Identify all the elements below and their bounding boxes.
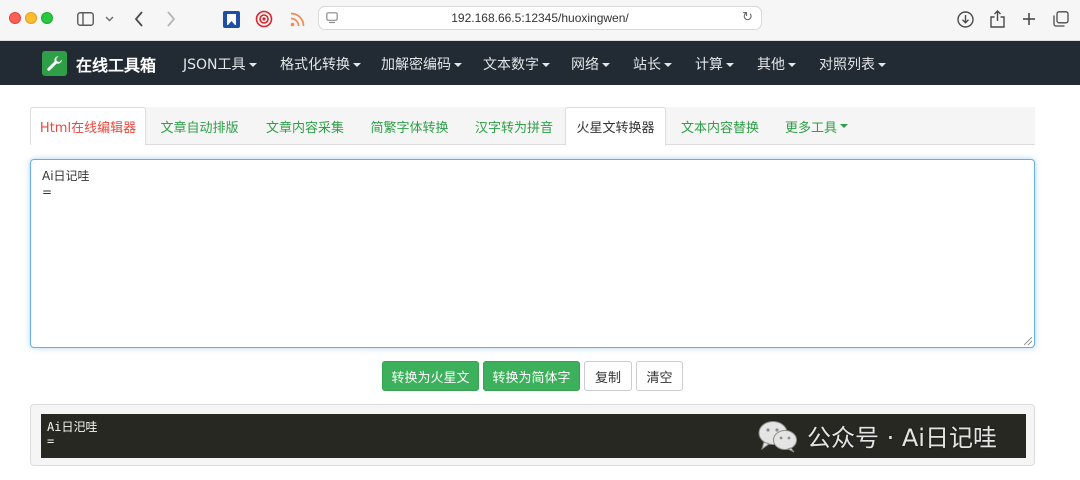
minimize-window-button[interactable]: [25, 12, 37, 24]
nav-encrypt-encode[interactable]: 加解密编码: [381, 54, 462, 74]
watermark-text: 公众号 · Ai日记哇: [807, 424, 997, 452]
site-navbar: 在线工具箱 JSON工具 格式化转换 加解密编码 文本数字 网络 站长 计算 其…: [0, 41, 1080, 85]
tool-tabs: Html在线编辑器 文章自动排版 文章内容采集 简繁字体转换 汉字转为拼音 火星…: [30, 107, 1035, 146]
nav-calculate[interactable]: 计算: [695, 54, 734, 74]
brand[interactable]: 在线工具箱: [42, 51, 156, 76]
convert-to-martian-button[interactable]: 转换为火星文: [382, 361, 479, 391]
nav-label: 其他: [757, 57, 785, 73]
back-arrow-icon[interactable]: [130, 8, 148, 30]
forward-arrow-icon[interactable]: [162, 8, 180, 30]
nav-label: 网络: [571, 57, 599, 73]
caret-down-icon: [788, 63, 796, 67]
nav-label: JSON工具: [183, 57, 246, 73]
nav-json-tools[interactable]: JSON工具: [183, 54, 257, 74]
caret-down-icon: [840, 124, 848, 128]
record-extension-icon[interactable]: [255, 8, 273, 30]
tab-label: 简繁字体转换: [370, 120, 449, 136]
downloads-icon[interactable]: [956, 8, 974, 30]
tab-label: 火星文转换器: [576, 121, 655, 136]
nav-other[interactable]: 其他: [757, 54, 796, 74]
close-window-button[interactable]: [9, 12, 21, 24]
caret-down-icon: [878, 63, 886, 67]
input-line-2: =: [42, 185, 53, 199]
new-tab-icon[interactable]: [1020, 8, 1038, 30]
maximize-window-button[interactable]: [41, 12, 53, 24]
caret-down-icon: [454, 63, 462, 67]
sidebar-icon[interactable]: [75, 8, 95, 30]
brand-name: 在线工具箱: [76, 55, 157, 75]
output-line-1: Ai日汜哇: [47, 420, 98, 434]
source-text-input[interactable]: Ai日记哇 =: [30, 159, 1035, 348]
reload-icon[interactable]: ↻: [742, 10, 753, 25]
copy-button[interactable]: 复制: [584, 361, 632, 391]
tab-martian-converter[interactable]: 火星文转换器: [565, 107, 666, 146]
address-bar[interactable]: 192.168.66.5:12345/huoxingwen/ ↻: [318, 6, 762, 30]
rss-icon[interactable]: [288, 8, 306, 30]
nav-label: 格式化转换: [280, 57, 350, 73]
caret-down-icon: [353, 63, 361, 67]
nav-webmaster[interactable]: 站长: [633, 54, 672, 74]
tab-simp-trad-convert[interactable]: 简繁字体转换: [357, 107, 462, 145]
bookmark-extension-icon[interactable]: [222, 8, 240, 30]
output-line-2: =: [47, 434, 55, 448]
tab-html-editor[interactable]: Html在线编辑器: [30, 107, 146, 145]
wrench-icon: [42, 51, 67, 76]
caret-down-icon: [602, 63, 610, 67]
tab-label: Html在线编辑器: [39, 121, 137, 136]
caret-down-icon: [726, 63, 734, 67]
browser-toolbar: 192.168.66.5:12345/huoxingwen/ ↻: [0, 0, 1080, 41]
wechat-icon: [758, 420, 797, 452]
caret-down-icon: [248, 63, 257, 67]
caret-down-icon: [542, 63, 550, 67]
share-icon[interactable]: [988, 8, 1006, 30]
tab-text-replace[interactable]: 文本内容替换: [666, 107, 774, 145]
tab-auto-layout[interactable]: 文章自动排版: [146, 107, 253, 145]
nav-label: 对照列表: [819, 57, 875, 73]
resize-handle-icon[interactable]: [1024, 337, 1032, 345]
nav-label: 计算: [695, 57, 723, 73]
nav-format-convert[interactable]: 格式化转换: [280, 54, 361, 74]
nav-network[interactable]: 网络: [571, 54, 610, 74]
nav-label: 站长: [633, 57, 661, 73]
clear-button[interactable]: 清空: [636, 361, 683, 391]
tab-content-scrape[interactable]: 文章内容采集: [253, 107, 357, 145]
nav-reference-lists[interactable]: 对照列表: [819, 54, 886, 74]
nav-text-numbers[interactable]: 文本数字: [483, 54, 550, 74]
tab-label: 文章内容采集: [265, 120, 344, 136]
convert-to-simplified-button[interactable]: 转换为简体字: [483, 361, 580, 391]
tab-label: 汉字转为拼音: [474, 120, 553, 136]
caret-down-icon: [664, 63, 672, 67]
input-line-1: Ai日记哇: [42, 169, 90, 183]
tab-label: 更多工具: [784, 120, 837, 136]
tab-label: 文本内容替换: [680, 120, 759, 136]
nav-label: 加解密编码: [381, 57, 451, 73]
url-text: 192.168.66.5:12345/huoxingwen/: [451, 11, 629, 25]
wechat-watermark: 公众号 · Ai日记哇: [757, 418, 997, 453]
chevron-down-icon[interactable]: [103, 8, 115, 30]
tab-more-tools[interactable]: 更多工具: [774, 107, 859, 145]
nav-label: 文本数字: [483, 57, 539, 73]
tab-label: 文章自动排版: [160, 120, 239, 136]
tab-overview-icon[interactable]: [1052, 8, 1070, 30]
tab-pinyin-convert[interactable]: 汉字转为拼音: [462, 107, 566, 145]
